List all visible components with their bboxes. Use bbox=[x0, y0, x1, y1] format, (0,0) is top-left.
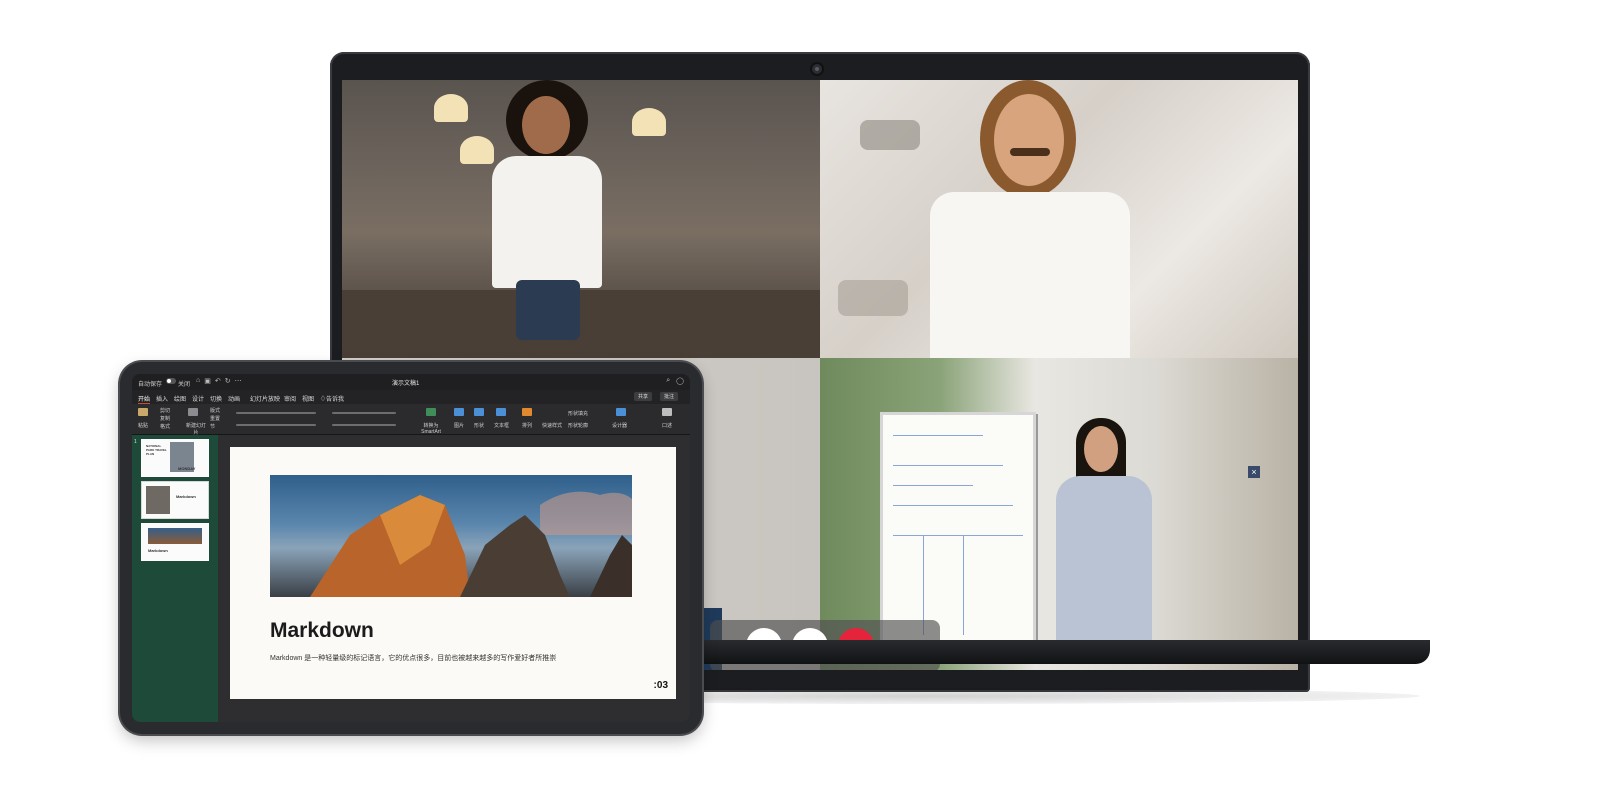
powerpoint-window: 自动保存 关闭 ⌂ ▣ ↶ ↻ ⋯ 演示文稿1 ⌕ ◯ 开始 插入 绘图 设计 … bbox=[132, 374, 690, 722]
thumbnail-title: Markdown bbox=[148, 548, 168, 553]
reset-button[interactable]: 重置 bbox=[210, 415, 220, 422]
ribbon-toolbar: 粘贴 剪切 复制 格式 新建幻灯片 版式 重置 节 转换为SmartArt 图片… bbox=[132, 404, 690, 436]
designer-icon[interactable] bbox=[616, 408, 626, 416]
tab-design[interactable]: 设计 bbox=[192, 394, 204, 403]
smartart-icon[interactable] bbox=[426, 408, 436, 416]
alignment-group[interactable] bbox=[332, 424, 396, 426]
slide-title[interactable]: Markdown bbox=[270, 619, 374, 643]
tab-tell-me-label: 告诉我 bbox=[326, 397, 345, 403]
home-icon[interactable]: ⌂ bbox=[196, 377, 200, 385]
picture-icon[interactable] bbox=[454, 408, 464, 416]
account-icon[interactable]: ◯ bbox=[676, 377, 684, 385]
tell-me-search[interactable]: ♢告诉我 bbox=[320, 394, 344, 403]
current-slide[interactable]: Markdown Markdown 是一种轻量级的标记语言，它的优点很多，目前也… bbox=[230, 447, 676, 699]
tab-view[interactable]: 视图 bbox=[302, 394, 314, 403]
slide-number: :03 bbox=[653, 680, 668, 691]
slide-body-text[interactable]: Markdown 是一种轻量级的标记语言，它的优点很多，目前也被越来越多的写作爱… bbox=[270, 653, 556, 663]
thumbnail-subtitle: NATIONAL PARK TRAVEL PLAN bbox=[146, 444, 167, 456]
slide-thumbnail-1[interactable]: NATIONAL PARK TRAVEL PLAN MONDAY bbox=[141, 439, 209, 477]
tab-animations[interactable]: 动画 bbox=[228, 394, 240, 403]
arrange-icon[interactable] bbox=[522, 408, 532, 416]
canvas-bottom-area bbox=[230, 699, 676, 722]
slide-canvas: Markdown Markdown 是一种轻量级的标记语言，它的优点很多，目前也… bbox=[218, 435, 690, 722]
tab-insert[interactable]: 插入 bbox=[156, 394, 168, 403]
textbox-icon[interactable] bbox=[496, 408, 506, 416]
ribbon-tabs: 开始 插入 绘图 设计 切换 动画 幻灯片放映 审阅 视图 ♢告诉我 共享 批注 bbox=[132, 390, 690, 404]
minimize-icon[interactable]: × bbox=[1248, 466, 1260, 478]
slide-thumbnail-2[interactable]: Markdown bbox=[141, 481, 209, 519]
dictate-label: 口述 bbox=[662, 423, 673, 429]
tab-home[interactable]: 开始 bbox=[138, 394, 151, 404]
font-format-group[interactable] bbox=[236, 424, 316, 426]
shape-outline-button[interactable]: 形状轮廓 bbox=[568, 422, 588, 429]
picture-label: 图片 bbox=[454, 423, 465, 429]
whiteboard bbox=[880, 412, 1036, 648]
slide-thumbnail-3[interactable]: Markdown bbox=[141, 523, 209, 561]
tab-draw[interactable]: 绘图 bbox=[174, 394, 186, 403]
tablet: 自动保存 关闭 ⌂ ▣ ↶ ↻ ⋯ 演示文稿1 ⌕ ◯ 开始 插入 绘图 设计 … bbox=[120, 362, 702, 734]
shape-icon[interactable] bbox=[474, 408, 484, 416]
autosave-state: 关闭 bbox=[178, 382, 191, 388]
list-group[interactable] bbox=[332, 412, 396, 414]
textbox-label: 文本框 bbox=[494, 423, 510, 429]
format-painter-button[interactable]: 格式 bbox=[160, 423, 170, 430]
more-icon[interactable]: ⋯ bbox=[235, 377, 242, 385]
font-name-field[interactable] bbox=[236, 412, 316, 414]
pendant-lamp bbox=[632, 108, 666, 136]
shape-fill-button[interactable]: 形状填充 bbox=[568, 410, 588, 417]
autosave-toggle[interactable] bbox=[166, 378, 176, 384]
section-button[interactable]: 节 bbox=[210, 423, 215, 430]
undo-icon[interactable]: ↶ bbox=[215, 377, 221, 385]
save-icon[interactable]: ▣ bbox=[204, 377, 211, 385]
share-button[interactable]: 共享 bbox=[634, 392, 653, 401]
search-icon[interactable]: ⌕ bbox=[666, 377, 670, 385]
pendant-lamp bbox=[460, 136, 494, 164]
designer-label: 设计器 bbox=[612, 423, 628, 429]
mountain-image bbox=[270, 475, 632, 597]
quick-styles-label[interactable]: 快速样式 bbox=[542, 422, 562, 429]
redo-icon[interactable]: ↻ bbox=[225, 377, 231, 385]
participant-video-2[interactable] bbox=[820, 80, 1298, 358]
tab-slideshow[interactable]: 幻灯片放映 bbox=[250, 394, 280, 403]
shape-label: 形状 bbox=[474, 423, 485, 429]
pendant-lamp bbox=[434, 94, 468, 122]
webcam bbox=[812, 64, 822, 74]
document-title: 演示文稿1 bbox=[392, 381, 420, 387]
new-slide-icon[interactable] bbox=[188, 408, 198, 416]
arrange-label: 排列 bbox=[522, 423, 533, 429]
tab-review[interactable]: 审阅 bbox=[284, 394, 296, 403]
cut-button[interactable]: 剪切 bbox=[160, 407, 170, 414]
slide-thumbnails-pane: 1 NATIONAL PARK TRAVEL PLAN MONDAY Markd… bbox=[132, 435, 218, 722]
thumbnail-title: Markdown bbox=[176, 494, 196, 499]
cafe-table bbox=[342, 290, 820, 358]
thumbnail-number: 1 bbox=[134, 439, 137, 445]
paste-label: 粘贴 bbox=[138, 423, 149, 429]
copy-button[interactable]: 复制 bbox=[160, 415, 170, 422]
convert-smartart-label: 转换为SmartArt bbox=[421, 423, 441, 435]
autosave-label: 自动保存 bbox=[138, 382, 163, 388]
tab-transitions[interactable]: 切换 bbox=[210, 394, 222, 403]
ppt-titlebar: 自动保存 关闭 ⌂ ▣ ↶ ↻ ⋯ 演示文稿1 ⌕ ◯ bbox=[132, 374, 690, 390]
participant-video-1[interactable] bbox=[342, 80, 820, 358]
layout-button[interactable]: 版式 bbox=[210, 407, 220, 414]
comments-button[interactable]: 批注 bbox=[660, 392, 679, 401]
dictate-icon[interactable] bbox=[662, 408, 672, 416]
new-slide-label: 新建幻灯片 bbox=[186, 423, 207, 436]
paste-icon[interactable] bbox=[138, 408, 148, 416]
thumbnail-title: MONDAY bbox=[178, 466, 196, 471]
